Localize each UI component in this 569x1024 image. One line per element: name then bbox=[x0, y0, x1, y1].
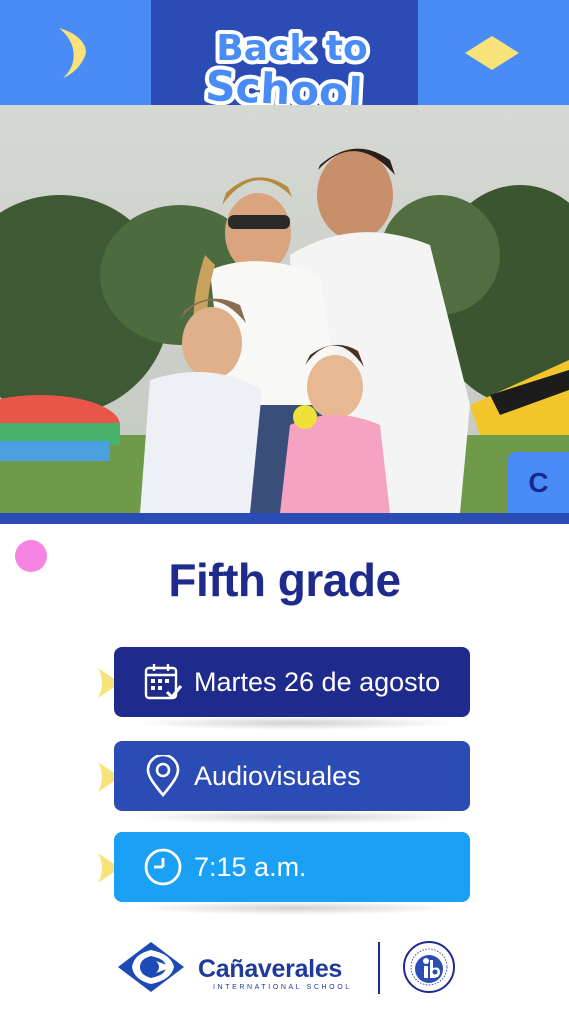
grade-letter-badge: C bbox=[508, 452, 569, 513]
ib-world-school-logo bbox=[403, 941, 455, 993]
calendar-icon bbox=[142, 661, 184, 703]
brand-subtitle: INTERNATIONAL SCHOOL bbox=[213, 984, 352, 991]
grade-title: Fifth grade bbox=[168, 554, 401, 606]
canaverales-logo-icon bbox=[118, 942, 184, 992]
time-pill: 7:15 a.m. bbox=[114, 832, 470, 902]
pill-shadow bbox=[130, 901, 460, 915]
pill-shadow bbox=[130, 716, 460, 730]
diamond-icon bbox=[465, 36, 519, 70]
venue-pill: Audiovisuales bbox=[114, 741, 470, 811]
location-pin-icon bbox=[142, 755, 184, 797]
venue-text: Audiovisuales bbox=[194, 760, 361, 791]
back-to-school-title: Back to School bbox=[200, 24, 372, 118]
date-pill: Martes 26 de agosto bbox=[114, 647, 470, 717]
time-text: 7:15 a.m. bbox=[194, 851, 307, 882]
clock-icon bbox=[142, 846, 184, 888]
footer-divider bbox=[378, 942, 380, 994]
brand-name: Cañaverales bbox=[198, 955, 343, 983]
family-photo bbox=[0, 105, 569, 513]
pill-shadow bbox=[130, 810, 460, 824]
divider-bar bbox=[0, 513, 569, 524]
date-text: Martes 26 de agosto bbox=[194, 666, 441, 697]
grade-letter: C bbox=[528, 466, 549, 498]
crescent-moon-icon bbox=[59, 28, 86, 78]
